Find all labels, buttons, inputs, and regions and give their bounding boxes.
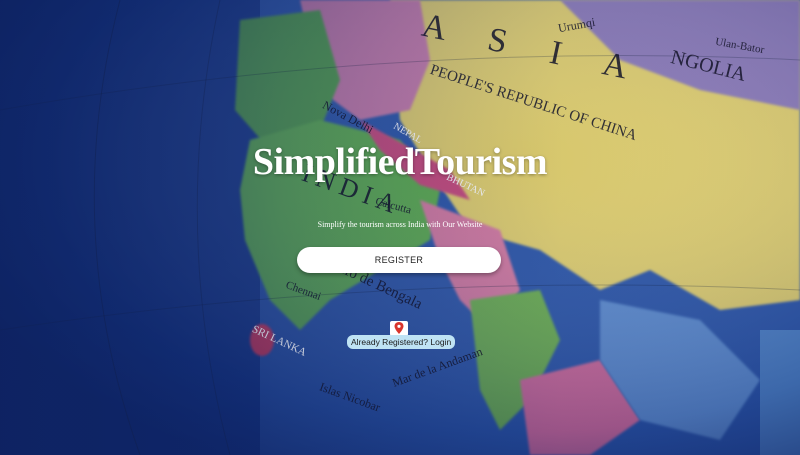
register-button[interactable]: REGISTER [297,247,501,273]
map-pin-icon [390,321,408,336]
site-title: SimplifiedTourism [252,141,548,183]
login-link[interactable]: Already Registered? Login [347,335,456,349]
site-tagline: Simplify the tourism across India with O… [317,220,483,229]
hero-section: SimplifiedTourism Simplify the tourism a… [0,0,800,455]
